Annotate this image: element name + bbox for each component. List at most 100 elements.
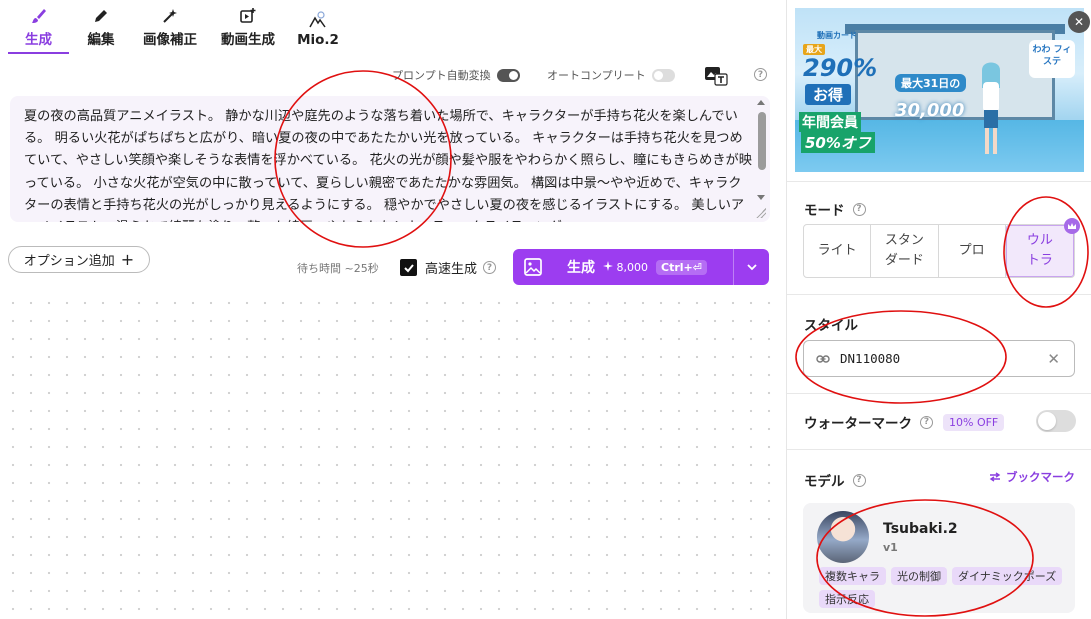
watermark-label: ウォーターマーク <box>804 416 912 432</box>
settings-panel: 動画カード 最大 290% お得 最大31日の 30,000 年間会員 50%オ… <box>786 0 1091 619</box>
banner-off: 50%オフ <box>801 132 875 153</box>
prompt-textarea[interactable]: 夏の夜の高品質アニメイラスト。 静かな川辺や庭先のような落ち着いた場所で、キャラ… <box>10 96 770 222</box>
prompt-convert-toggle-row: プロンプト自動変換 <box>392 66 520 84</box>
pencil-icon <box>95 10 107 22</box>
mode-selector: ライト スタン ダード プロ ウル トラ <box>803 218 1080 278</box>
link-icon <box>816 354 830 363</box>
style-value: DN110080 <box>840 351 901 366</box>
banner-mid-text: 最大31日の <box>895 74 967 92</box>
model-name: Tsubaki.2 <box>883 521 958 537</box>
tab-generate[interactable]: 生成 <box>8 4 69 54</box>
divider <box>787 449 1091 450</box>
fast-generation-option[interactable]: 高速生成 ? <box>400 258 497 277</box>
model-tag: 指示反応 <box>819 590 875 608</box>
banner-character-illustration <box>982 62 1000 154</box>
bookmark-label: ブックマーク <box>1006 470 1075 484</box>
clear-icon[interactable]: ✕ <box>1047 350 1060 368</box>
tab-generate-label: 生成 <box>25 32 52 48</box>
watermark-help-icon[interactable]: ? <box>920 415 933 429</box>
watermark-discount-badge: 10% OFF <box>943 413 1005 431</box>
generate-cost-value: 8,000 <box>616 260 649 274</box>
banner-annual: 年間会員 <box>799 112 861 132</box>
watermark-toggle[interactable] <box>1036 410 1076 432</box>
banner-mid-amount: 30,000 <box>895 100 965 121</box>
promo-banner[interactable]: 動画カード 最大 290% お得 最大31日の 30,000 年間会員 50%オ… <box>795 8 1084 172</box>
style-section-title: スタイル <box>804 314 858 334</box>
tab-video-label: 動画生成 <box>221 32 275 48</box>
image-to-text-icon[interactable] <box>704 66 728 86</box>
help-icon[interactable]: ? <box>754 68 767 81</box>
mode-option-standard[interactable]: スタン ダード <box>871 225 939 277</box>
add-option-button[interactable]: オプション追加 + <box>8 246 150 273</box>
divider <box>787 393 1091 394</box>
scroll-down-arrow-icon[interactable] <box>757 195 765 200</box>
mode-option-standard-label: スタン ダード <box>884 233 924 268</box>
wait-time: 待ち時間 ~25秒 <box>297 262 379 275</box>
model-card[interactable]: Tsubaki.2 v1 複数キャラ 光の制御 ダイナミックポーズ 指示反応 <box>803 503 1075 613</box>
plus-icon: + <box>120 250 135 269</box>
model-avatar <box>817 511 869 563</box>
banner-tag: 動画カード <box>817 31 857 40</box>
magic-wand-icon <box>163 9 177 23</box>
tab-mio-label: Mio.2 <box>297 32 339 48</box>
style-input[interactable]: DN110080 ✕ <box>803 340 1075 377</box>
generate-split-divider <box>733 249 734 285</box>
brush-icon <box>31 9 46 23</box>
scroll-up-arrow-icon[interactable] <box>757 100 765 105</box>
close-banner-button[interactable]: ✕ <box>1068 11 1090 33</box>
autocomplete-toggle-row: オートコンプリート <box>547 66 675 84</box>
autocomplete-toggle[interactable] <box>651 68 675 82</box>
close-icon: ✕ <box>1073 15 1085 29</box>
banner-deal: お得 <box>805 84 852 105</box>
app-root: 生成 編集 画像補正 動画生成 Mio.2 プロンプト自動変換 オートコンプリー… <box>0 0 1091 619</box>
prompt-text: 夏の夜の高品質アニメイラスト。 静かな川辺や庭先のような落ち着いた場所で、キャラ… <box>24 109 752 222</box>
generate-cost: 8,000 <box>603 260 649 274</box>
generate-label: 生成 <box>567 260 595 276</box>
mode-section-title: モード ? <box>804 199 866 219</box>
mode-option-light-label: ライト <box>817 243 857 258</box>
mode-tabs: 生成 編集 画像補正 動画生成 Mio.2 <box>8 4 349 56</box>
banner-sign: わわ フィステ <box>1029 40 1075 78</box>
checkmark-icon <box>403 263 414 272</box>
model-tag: 光の制御 <box>891 567 947 585</box>
model-help-icon[interactable]: ? <box>852 473 866 487</box>
mode-option-pro-label: プロ <box>958 243 985 258</box>
autocomplete-label: オートコンプリート <box>547 69 646 82</box>
mode-title: モード <box>804 203 845 219</box>
mode-option-pro[interactable]: プロ <box>939 225 1006 277</box>
divider <box>787 181 1091 182</box>
tab-mio[interactable]: Mio.2 <box>289 4 347 54</box>
divider <box>787 294 1091 295</box>
banner-percent: 290% <box>803 54 878 82</box>
image-icon <box>524 258 542 276</box>
tab-enhance[interactable]: 画像補正 <box>133 4 207 54</box>
crown-icon <box>1064 218 1080 234</box>
sparkle-icon <box>603 260 613 271</box>
swap-icon <box>989 472 1001 482</box>
prompt-scrollbar[interactable] <box>758 112 766 170</box>
prompt-convert-label: プロンプト自動変換 <box>392 69 491 82</box>
canvas-area: 生成 編集 画像補正 動画生成 Mio.2 プロンプト自動変換 オートコンプリー… <box>0 0 786 619</box>
fast-generation-checkbox[interactable] <box>400 259 417 276</box>
model-tag: 複数キャラ <box>819 567 886 585</box>
resize-grip-icon[interactable] <box>756 208 766 218</box>
tab-edit-label: 編集 <box>87 32 115 48</box>
mode-help-icon[interactable]: ? <box>852 202 866 216</box>
tab-video[interactable]: 動画生成 <box>209 4 287 54</box>
tab-edit[interactable]: 編集 <box>71 4 131 54</box>
add-option-label: オプション追加 <box>23 254 115 269</box>
chevron-down-icon[interactable] <box>745 260 759 274</box>
model-tags: 複数キャラ 光の制御 ダイナミックポーズ 指示反応 <box>819 567 1069 613</box>
mode-option-ultra[interactable]: ウル トラ <box>1005 218 1080 277</box>
mode-option-light[interactable]: ライト <box>804 225 872 277</box>
mountain-icon <box>309 11 326 28</box>
prompt-convert-toggle[interactable] <box>496 68 520 82</box>
bookmark-button[interactable]: ブックマーク <box>989 469 1075 485</box>
mode-option-ultra-label: ウル トラ <box>1026 233 1053 268</box>
model-version: v1 <box>883 541 898 554</box>
tab-enhance-label: 画像補正 <box>143 32 197 48</box>
watermark-row: ウォーターマーク ? 10% OFF <box>804 410 1076 434</box>
fast-generation-help-icon[interactable]: ? <box>483 261 497 274</box>
model-tag: ダイナミックポーズ <box>952 567 1063 585</box>
generate-button[interactable]: 生成 8,000 Ctrl+⏎ <box>513 249 769 285</box>
